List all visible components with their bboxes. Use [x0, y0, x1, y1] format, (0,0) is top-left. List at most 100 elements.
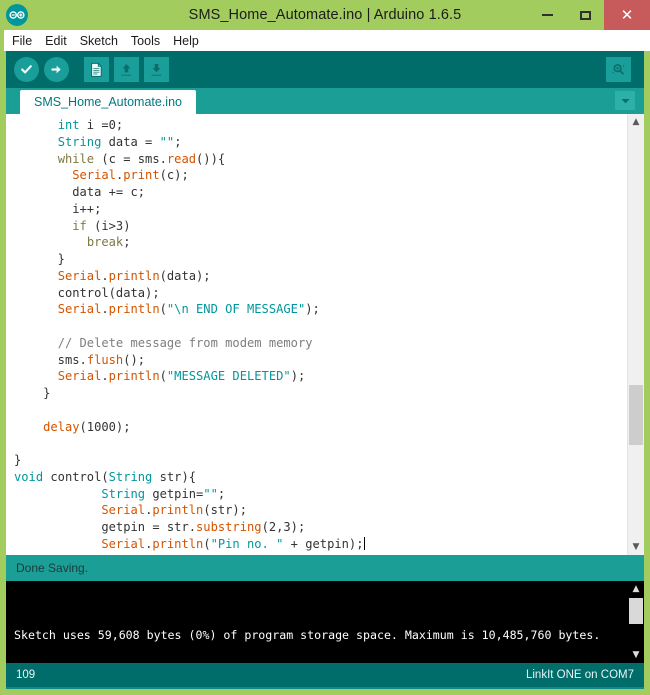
- frame-inner: SMS_Home_Automate.ino int i =0; String d…: [6, 51, 644, 689]
- code-token: (c);: [159, 168, 189, 183]
- code-token: .: [101, 268, 109, 283]
- window-controls: ✕: [528, 0, 650, 30]
- code-token: Serial: [57, 268, 102, 283]
- code-editor[interactable]: int i =0; String data = ""; while (c = s…: [6, 114, 627, 555]
- code-token: ();: [123, 352, 146, 367]
- code-token: int: [57, 118, 80, 132]
- new-document-icon: [91, 62, 102, 77]
- code-token: (i>3): [86, 218, 131, 233]
- code-token: (: [203, 536, 211, 551]
- code-token: void: [14, 469, 44, 484]
- code-token: String: [57, 134, 102, 149]
- console-scroll-up-button[interactable]: ▲: [628, 581, 644, 597]
- verify-button[interactable]: [14, 57, 39, 82]
- code-token: ;: [217, 486, 226, 501]
- code-token: Serial: [57, 369, 102, 384]
- console-scrollbar[interactable]: ▲ ▼: [628, 581, 644, 663]
- code-token: break: [86, 235, 124, 250]
- code-token: .: [101, 369, 109, 384]
- code-token: if: [72, 218, 87, 233]
- code-token: i++;: [14, 201, 102, 216]
- menu-item-edit[interactable]: Edit: [45, 34, 74, 48]
- menu-bar: File Edit Sketch Tools Help: [0, 30, 650, 51]
- code-token: "MESSAGE DELETED": [166, 369, 291, 384]
- tab-menu-button[interactable]: [615, 91, 635, 110]
- code-token: Serial: [57, 302, 102, 317]
- upload-button[interactable]: [44, 57, 69, 82]
- code-token: getpin=: [145, 486, 204, 501]
- code-content[interactable]: int i =0; String data = ""; while (c = s…: [6, 117, 627, 553]
- status-message-bar: Done Saving.: [6, 555, 644, 581]
- tab-label: SMS_Home_Automate.ino: [34, 95, 182, 109]
- code-token: delay: [43, 419, 80, 434]
- line-number-indicator: 109: [16, 669, 36, 681]
- code-token: }: [14, 453, 22, 467]
- title-bar: SMS_Home_Automate.ino | Arduino 1.6.5 ✕: [0, 0, 650, 30]
- close-button[interactable]: ✕: [604, 0, 650, 30]
- code-token: println: [152, 536, 204, 551]
- code-token: "": [159, 134, 175, 149]
- code-token: Serial: [101, 536, 146, 551]
- bottom-status-bar: 109 LinkIt ONE on COM7: [6, 663, 644, 687]
- maximize-button[interactable]: [566, 0, 604, 30]
- console-scroll-down-button[interactable]: ▼: [628, 647, 644, 663]
- status-message-text: Done Saving.: [16, 561, 89, 575]
- minimize-button[interactable]: [528, 0, 566, 30]
- code-token: String: [101, 486, 146, 501]
- code-token: (: [159, 302, 167, 317]
- menu-item-sketch[interactable]: Sketch: [80, 34, 125, 48]
- code-token: "": [203, 486, 218, 501]
- code-token: control(: [43, 469, 109, 484]
- menu-item-tools[interactable]: Tools: [131, 34, 167, 48]
- open-button[interactable]: [114, 57, 139, 82]
- menu-item-help[interactable]: Help: [173, 34, 206, 48]
- code-token: ;: [174, 134, 182, 149]
- menu-item-file[interactable]: File: [12, 34, 39, 48]
- code-token: println: [152, 503, 204, 518]
- code-token: getpin = str.: [14, 520, 197, 534]
- code-token: "Pin no. ": [210, 536, 284, 551]
- scroll-up-button[interactable]: ▲: [628, 114, 644, 130]
- serial-monitor-button[interactable]: [606, 57, 631, 82]
- code-token: i =0;: [79, 118, 124, 132]
- save-button[interactable]: [144, 57, 169, 82]
- code-token: print: [123, 168, 160, 183]
- code-token: control(data);: [14, 285, 160, 300]
- arrow-down-icon: [151, 63, 162, 76]
- code-token: .: [101, 302, 109, 317]
- editor-scrollbar-thumb[interactable]: [629, 385, 643, 445]
- console-scrollbar-thumb[interactable]: [629, 598, 643, 624]
- maximize-icon: [579, 10, 591, 20]
- code-token: }: [14, 386, 51, 400]
- minimize-icon: [541, 14, 553, 16]
- code-token: + getpin);: [283, 536, 364, 551]
- code-token: ()){: [196, 151, 226, 166]
- console-area: Sketch uses 59,608 bytes (0%) of program…: [6, 581, 644, 663]
- console-output[interactable]: Sketch uses 59,608 bytes (0%) of program…: [6, 581, 628, 663]
- code-token: flush: [86, 352, 124, 367]
- text-cursor: [363, 536, 365, 550]
- tab-sms-home-automate[interactable]: SMS_Home_Automate.ino: [20, 90, 196, 114]
- code-token: println: [108, 302, 160, 317]
- code-token: (2,3);: [261, 520, 306, 534]
- code-token: substring: [196, 520, 262, 534]
- code-token: // Delete message from modem memory: [57, 335, 313, 350]
- editor-scrollbar[interactable]: ▲ ▼: [627, 114, 644, 555]
- code-token: (data);: [159, 268, 211, 283]
- scroll-down-button[interactable]: ▼: [628, 539, 644, 555]
- new-button[interactable]: [84, 57, 109, 82]
- code-token: str){: [152, 469, 197, 484]
- code-token: println: [108, 369, 160, 384]
- code-token: (: [159, 369, 167, 384]
- chevron-down-icon: [620, 98, 630, 103]
